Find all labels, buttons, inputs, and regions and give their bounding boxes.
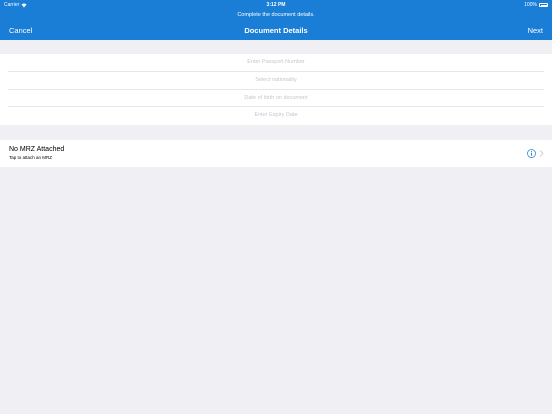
mrz-title: No MRZ Attached bbox=[9, 146, 65, 153]
passport-number-field[interactable]: Enter Passport Number bbox=[8, 54, 544, 72]
page-title: Document Details bbox=[244, 26, 308, 35]
expiry-date-field[interactable]: Enter Expiry Date bbox=[8, 107, 544, 125]
battery-percent: 100% bbox=[524, 2, 537, 8]
status-time: 3:12 PM bbox=[266, 2, 286, 8]
info-icon[interactable] bbox=[527, 149, 536, 158]
chevron-right-icon bbox=[539, 150, 544, 157]
status-bar: Carrier 3:12 PM 100% bbox=[0, 0, 552, 10]
nationality-field[interactable]: Select nationality bbox=[8, 72, 544, 90]
date-of-birth-field[interactable]: Date of birth on document bbox=[8, 90, 544, 108]
mrz-subtitle: Tap to attach an MRZ bbox=[9, 155, 53, 160]
document-form: Enter Passport Number Select nationality… bbox=[0, 54, 552, 125]
status-right: 100% bbox=[524, 0, 548, 10]
nav-row: Cancel Document Details Next bbox=[0, 22, 552, 40]
battery-fill bbox=[540, 4, 547, 6]
mrz-row[interactable]: No MRZ Attached Tap to attach an MRZ bbox=[0, 140, 552, 167]
prompt-text: Complete the document details. bbox=[237, 12, 315, 18]
next-button[interactable]: Next bbox=[528, 26, 543, 35]
navigation-bar: Carrier 3:12 PM 100% Complete the docume… bbox=[0, 0, 552, 40]
battery-icon bbox=[539, 3, 548, 7]
